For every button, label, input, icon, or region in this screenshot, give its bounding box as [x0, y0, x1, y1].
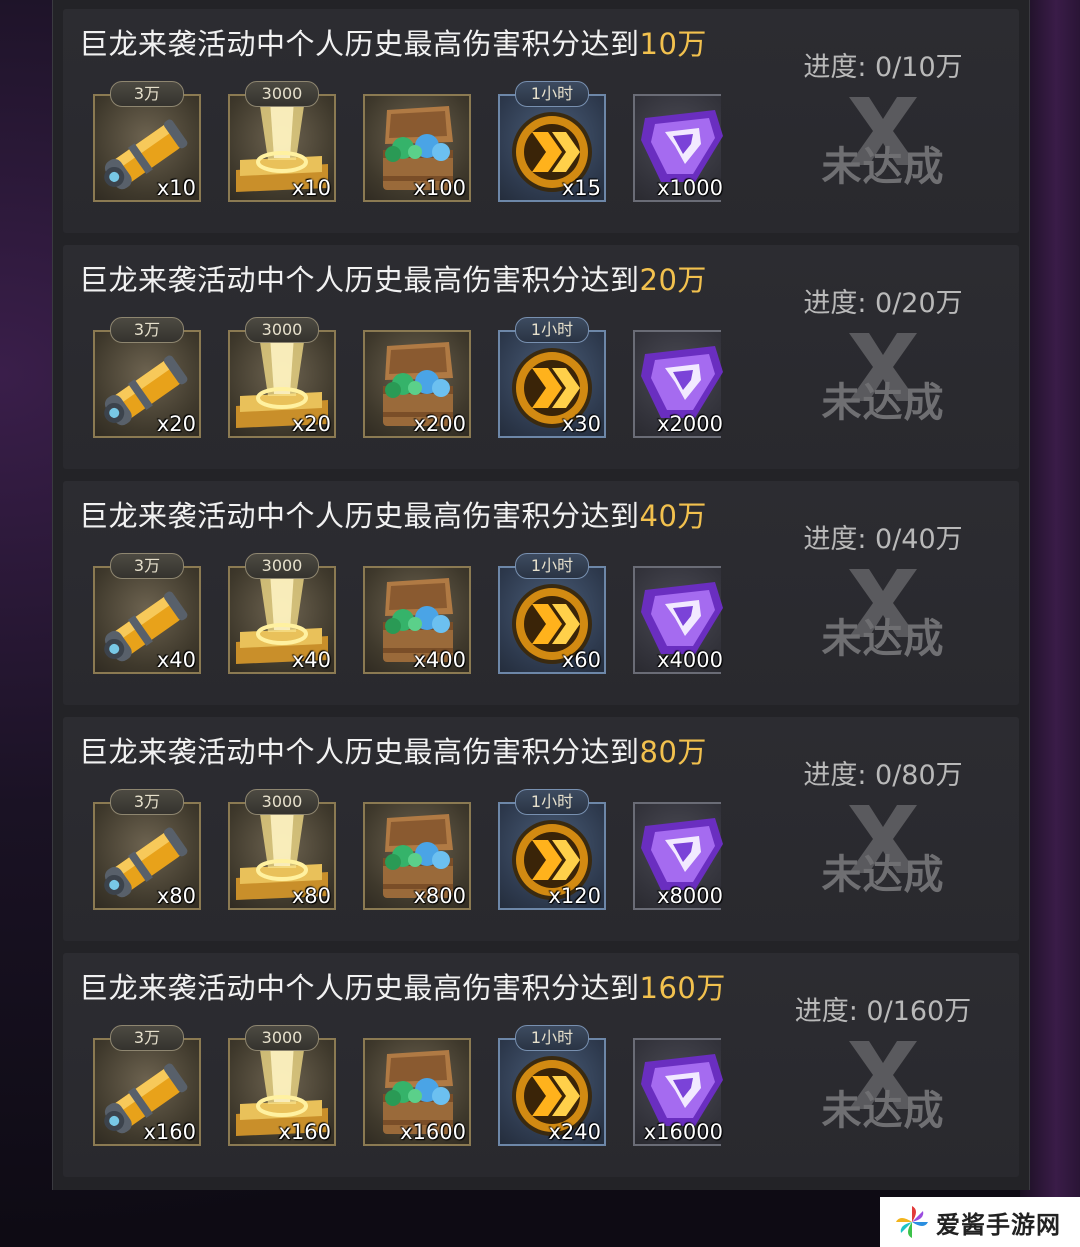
- reward-tag: 1小时: [515, 317, 589, 343]
- reward-item[interactable]: x1600: [363, 1038, 471, 1146]
- reward-tag: 3000: [245, 553, 319, 579]
- reward-item[interactable]: x400: [363, 566, 471, 674]
- reward-tag: 3万: [110, 789, 184, 815]
- reward-quantity: x2000: [657, 412, 723, 436]
- achievement-status: 进度: 0/40万 未达成: [763, 511, 1003, 691]
- reward-item[interactable]: 3000 x80: [228, 789, 336, 910]
- reward-quantity: x1000: [657, 176, 723, 200]
- reward-item[interactable]: 1小时 x15: [498, 81, 606, 202]
- reward-item[interactable]: x2000: [633, 330, 723, 438]
- reward-item[interactable]: 3000 x160: [228, 1025, 336, 1146]
- achievement-row: 巨龙来袭活动中个人历史最高伤害积分达到40万 3万 x40 3000 x40 x…: [63, 481, 1019, 705]
- watermark-text: 爱酱手游网: [936, 1210, 1061, 1239]
- progress-text: 进度: 0/40万: [803, 524, 963, 555]
- reward-item[interactable]: 3000 x10: [228, 81, 336, 202]
- target-amount: 10万: [639, 27, 707, 61]
- reward-item[interactable]: 1小时 x120: [498, 789, 606, 910]
- reward-quantity: x8000: [657, 884, 723, 908]
- reward-quantity: x40: [156, 648, 196, 672]
- reward-item[interactable]: 3万 x10: [93, 81, 201, 202]
- reward-quantity: x80: [156, 884, 196, 908]
- achievement-row: 巨龙来袭活动中个人历史最高伤害积分达到80万 3万 x80 3000 x80 x…: [63, 717, 1019, 941]
- reward-tag: 3万: [110, 1025, 184, 1051]
- reward-tag: 3万: [110, 317, 184, 343]
- reward-item[interactable]: 1小时 x30: [498, 317, 606, 438]
- reward-item[interactable]: 3万 x80: [93, 789, 201, 910]
- reward-item[interactable]: x16000: [633, 1038, 723, 1146]
- reward-quantity: x20: [291, 412, 331, 436]
- site-watermark: 爱酱手游网: [880, 1197, 1080, 1247]
- reward-tag: 1小时: [515, 789, 589, 815]
- reward-quantity: x160: [278, 1120, 331, 1144]
- reward-quantity: x1600: [400, 1120, 466, 1144]
- reward-tag: 3万: [110, 81, 184, 107]
- achievement-status: 进度: 0/20万 未达成: [763, 275, 1003, 455]
- incomplete-label: 未达成: [821, 852, 945, 898]
- incomplete-label: 未达成: [821, 1088, 945, 1134]
- reward-item[interactable]: 3000 x20: [228, 317, 336, 438]
- reward-quantity: x10: [291, 176, 331, 200]
- reward-tag: 1小时: [515, 553, 589, 579]
- reward-quantity: x10: [156, 176, 196, 200]
- progress-text: 进度: 0/80万: [803, 760, 963, 791]
- achievement-title: 巨龙来袭活动中个人历史最高伤害积分达到10万: [79, 27, 707, 61]
- progress-text: 进度: 0/10万: [803, 52, 963, 83]
- reward-quantity: x16000: [643, 1120, 723, 1144]
- reward-quantity: x200: [413, 412, 466, 436]
- achievement-title: 巨龙来袭活动中个人历史最高伤害积分达到80万: [79, 735, 707, 769]
- reward-item[interactable]: x100: [363, 94, 471, 202]
- reward-item[interactable]: x200: [363, 330, 471, 438]
- reward-quantity: x4000: [657, 648, 723, 672]
- incomplete-label: 未达成: [821, 380, 945, 426]
- reward-item[interactable]: x4000: [633, 566, 723, 674]
- target-amount: 20万: [639, 263, 707, 297]
- reward-item[interactable]: 1小时 x240: [498, 1025, 606, 1146]
- reward-quantity: x100: [413, 176, 466, 200]
- reward-quantity: x80: [291, 884, 331, 908]
- reward-item[interactable]: 3000 x40: [228, 553, 336, 674]
- incomplete-label: 未达成: [821, 616, 945, 662]
- reward-tag: 3000: [245, 81, 319, 107]
- reward-quantity: x20: [156, 412, 196, 436]
- reward-quantity: x30: [561, 412, 601, 436]
- target-amount: 40万: [639, 499, 707, 533]
- reward-item[interactable]: 3万 x20: [93, 317, 201, 438]
- reward-tag: 3000: [245, 317, 319, 343]
- achievement-row: 巨龙来袭活动中个人历史最高伤害积分达到20万 3万 x20 3000 x20 x…: [63, 245, 1019, 469]
- reward-item[interactable]: x8000: [633, 802, 723, 910]
- reward-tag: 3000: [245, 789, 319, 815]
- reward-quantity: x160: [143, 1120, 196, 1144]
- reward-quantity: x60: [561, 648, 601, 672]
- incomplete-label: 未达成: [821, 144, 945, 190]
- reward-item[interactable]: 3万 x160: [93, 1025, 201, 1146]
- reward-quantity: x240: [548, 1120, 601, 1144]
- achievement-title: 巨龙来袭活动中个人历史最高伤害积分达到160万: [79, 971, 726, 1005]
- reward-tag: 1小时: [515, 1025, 589, 1051]
- reward-quantity: x40: [291, 648, 331, 672]
- target-amount: 160万: [639, 971, 726, 1005]
- achievement-title: 巨龙来袭活动中个人历史最高伤害积分达到20万: [79, 263, 707, 297]
- reward-tag: 1小时: [515, 81, 589, 107]
- achievement-status: 进度: 0/10万 未达成: [763, 39, 1003, 219]
- achievement-status: 进度: 0/80万 未达成: [763, 747, 1003, 927]
- achievement-status: 进度: 0/160万 未达成: [763, 983, 1003, 1163]
- achievement-row: 巨龙来袭活动中个人历史最高伤害积分达到10万 3万 x10 3000 x10 x…: [63, 9, 1019, 233]
- achievement-title: 巨龙来袭活动中个人历史最高伤害积分达到40万: [79, 499, 707, 533]
- target-amount: 80万: [639, 735, 707, 769]
- achievement-list-panel: 巨龙来袭活动中个人历史最高伤害积分达到10万 3万 x10 3000 x10 x…: [52, 0, 1030, 1190]
- reward-quantity: x800: [413, 884, 466, 908]
- reward-item[interactable]: 3万 x40: [93, 553, 201, 674]
- reward-tag: 3000: [245, 1025, 319, 1051]
- reward-item[interactable]: x1000: [633, 94, 723, 202]
- reward-tag: 3万: [110, 553, 184, 579]
- achievement-row: 巨龙来袭活动中个人历史最高伤害积分达到160万 3万 x160 3000 x160: [63, 953, 1019, 1177]
- reward-quantity: x15: [561, 176, 601, 200]
- progress-text: 进度: 0/20万: [803, 288, 963, 319]
- reward-quantity: x400: [413, 648, 466, 672]
- pinwheel-logo-icon: [896, 1206, 928, 1238]
- reward-item[interactable]: x800: [363, 802, 471, 910]
- progress-text: 进度: 0/160万: [794, 996, 972, 1027]
- reward-quantity: x120: [548, 884, 601, 908]
- reward-item[interactable]: 1小时 x60: [498, 553, 606, 674]
